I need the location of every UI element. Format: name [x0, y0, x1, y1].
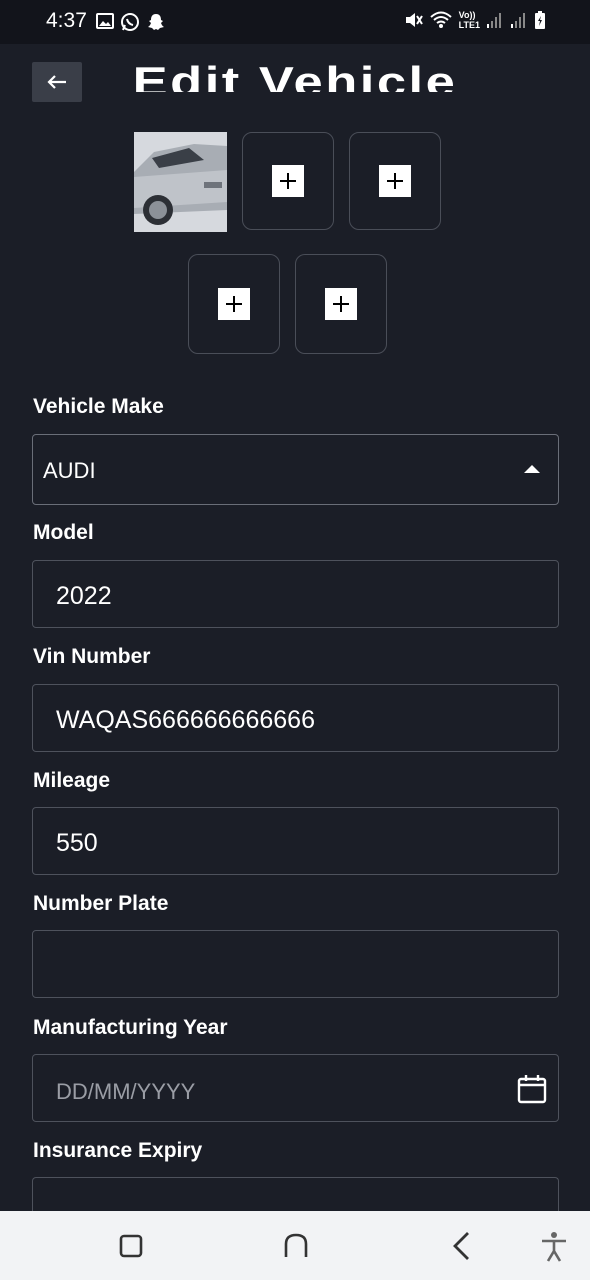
- arrow-left-icon: [47, 75, 66, 89]
- manufacturing-year-label: Manufacturing Year: [33, 1016, 228, 1039]
- plus-icon: [272, 165, 304, 197]
- snapchat-icon: [148, 14, 164, 30]
- recents-icon[interactable]: [118, 1231, 144, 1259]
- signal-icon: [487, 13, 501, 28]
- model-label: Model: [33, 521, 94, 544]
- manufacturing-year-placeholder: DD/MM/YYYY: [56, 1079, 196, 1104]
- insurance-expiry-input[interactable]: [32, 1177, 559, 1211]
- status-bar: 4:37 Vo)) LTE1: [0, 0, 590, 44]
- plus-icon: [325, 288, 357, 320]
- page-title-area: Edit Vehicle: [0, 44, 590, 92]
- plus-icon: [379, 165, 411, 197]
- manufacturing-year-input[interactable]: DD/MM/YYYY: [32, 1054, 559, 1122]
- volte-icon: Vo)) LTE1: [458, 10, 480, 30]
- mute-icon: [405, 13, 423, 27]
- plus-icon: [218, 288, 250, 320]
- number-plate-label: Number Plate: [33, 892, 169, 915]
- add-photo-slot[interactable]: [188, 254, 280, 354]
- signal-icon: [511, 13, 525, 28]
- add-photo-slot[interactable]: [349, 132, 441, 230]
- page-title: Edit Vehicle: [132, 58, 458, 92]
- caret-up-icon: [524, 465, 540, 473]
- vehicle-make-select[interactable]: AUDI: [32, 434, 559, 505]
- model-value: 2022: [56, 582, 112, 610]
- back-button[interactable]: [32, 62, 82, 102]
- accessibility-icon[interactable]: [540, 1231, 568, 1263]
- vehicle-make-value: AUDI: [43, 458, 96, 483]
- vehicle-photo[interactable]: [134, 132, 227, 232]
- vehicle-make-label: Vehicle Make: [33, 395, 164, 418]
- mileage-label: Mileage: [33, 769, 111, 792]
- status-time: 4:37: [46, 9, 87, 32]
- vin-number-value: WAQAS666666666666: [56, 706, 315, 734]
- back-icon[interactable]: [450, 1231, 474, 1261]
- notification-icons: [96, 12, 166, 32]
- insurance-expiry-label: Insurance Expiry: [33, 1139, 203, 1162]
- system-nav-bar: [0, 1211, 590, 1280]
- calendar-icon[interactable]: [516, 1073, 548, 1105]
- model-input[interactable]: 2022: [32, 560, 559, 628]
- whatsapp-icon: [121, 13, 139, 31]
- car-image: [134, 132, 227, 232]
- vin-number-label: Vin Number: [33, 645, 151, 668]
- system-icons: Vo)) LTE1: [403, 10, 546, 30]
- battery-icon: [535, 11, 545, 29]
- add-photo-slot[interactable]: [242, 132, 334, 230]
- number-plate-input[interactable]: [32, 930, 559, 998]
- vin-number-input[interactable]: WAQAS666666666666: [32, 684, 559, 752]
- image-icon: [96, 13, 114, 29]
- home-icon[interactable]: [282, 1231, 310, 1259]
- add-photo-slot[interactable]: [295, 254, 387, 354]
- mileage-value: 550: [56, 829, 98, 857]
- wifi-icon: [429, 11, 452, 28]
- mileage-input[interactable]: 550: [32, 807, 559, 875]
